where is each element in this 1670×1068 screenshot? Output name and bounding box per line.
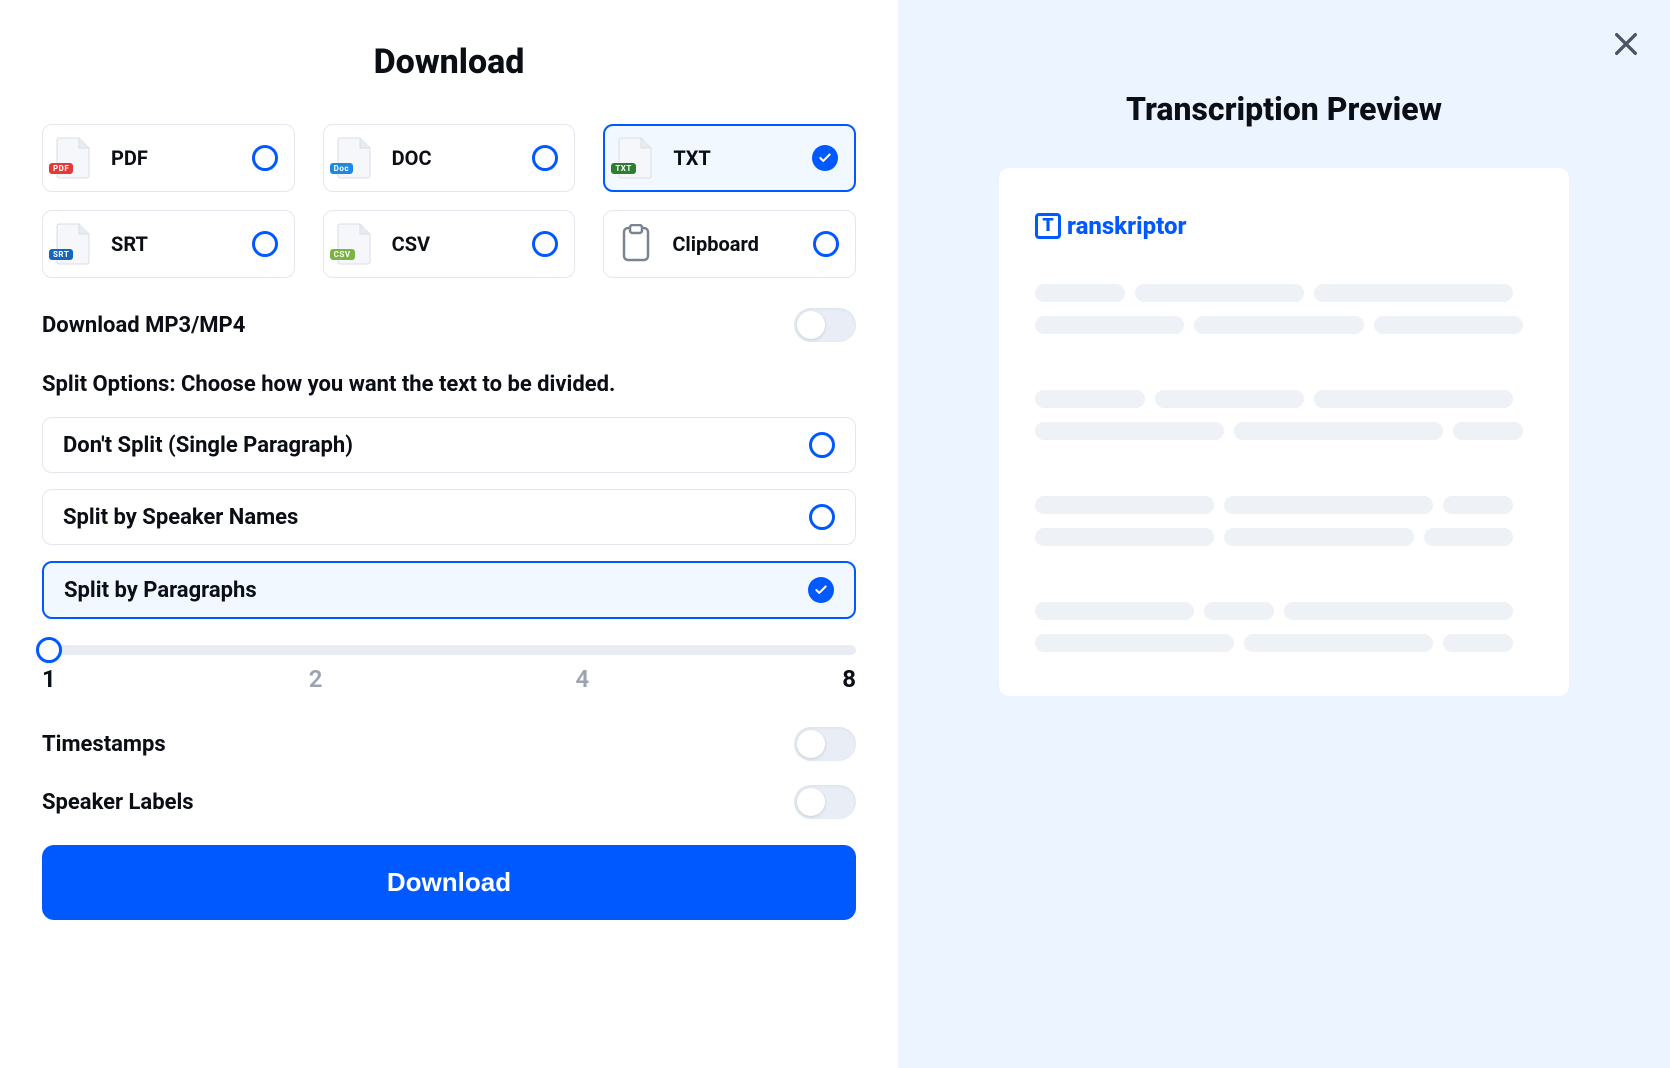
brand-mark-icon: T [1035,213,1061,239]
download-media-label: Download MP3/MP4 [42,313,245,338]
file-icon: PDF [53,136,93,180]
radio-unchecked-icon [252,145,278,171]
speaker-labels-label: Speaker Labels [42,790,194,815]
format-option-txt[interactable]: TXT TXT [603,124,856,192]
brand-name: ranskriptor [1067,212,1186,240]
file-icon: CSV [334,222,374,266]
split-option-label: Split by Speaker Names [63,505,298,530]
download-media-row: Download MP3/MP4 [42,308,856,342]
split-option-label: Don't Split (Single Paragraph) [63,433,353,458]
radio-unchecked-icon [809,432,835,458]
slider-thumb[interactable] [36,637,62,663]
clipboard-icon [618,224,654,264]
file-icon: TXT [615,136,655,180]
format-label: DOC [392,146,533,170]
slider-tick: 2 [309,665,323,693]
format-option-pdf[interactable]: PDF PDF [42,124,295,192]
download-media-toggle[interactable] [794,308,856,342]
preview-card: Transkriptor [999,168,1569,696]
format-label: CSV [392,232,533,256]
file-badge: PDF [49,163,73,174]
split-option-dont-split[interactable]: Don't Split (Single Paragraph) [42,417,856,473]
radio-unchecked-icon [252,231,278,257]
close-icon [1610,28,1642,60]
file-badge: Doc [330,163,353,174]
format-label: PDF [111,146,252,170]
format-option-doc[interactable]: Doc DOC [323,124,576,192]
split-options-heading: Split Options: Choose how you want the t… [42,372,856,397]
file-icon: Doc [334,136,374,180]
timestamps-label: Timestamps [42,732,166,757]
format-label: Clipboard [672,232,813,256]
close-button[interactable] [1610,28,1642,60]
radio-checked-icon [812,145,838,171]
radio-unchecked-icon [532,145,558,171]
speaker-labels-row: Speaker Labels [42,785,856,819]
toggle-knob [797,788,825,816]
slider-tick: 8 [842,665,856,693]
file-badge: CSV [330,249,355,260]
format-grid: PDF PDF Doc DOC TXT TXT [42,124,856,278]
download-button[interactable]: Download [42,845,856,920]
preview-panel: Transcription Preview Transkriptor [898,0,1670,1068]
split-options-list: Don't Split (Single Paragraph) Split by … [42,417,856,619]
slider-track [42,645,856,655]
format-option-clipboard[interactable]: Clipboard [603,210,856,278]
download-panel: Download PDF PDF Doc DOC TXT TX [0,0,898,1068]
file-badge: TXT [611,163,636,174]
preview-placeholder-block [1035,284,1533,652]
file-icon: SRT [53,222,93,266]
panel-title: Download [42,42,856,82]
radio-checked-icon [808,577,834,603]
split-option-paragraphs[interactable]: Split by Paragraphs [42,561,856,619]
slider-tick: 4 [576,665,590,693]
radio-unchecked-icon [809,504,835,530]
format-option-csv[interactable]: CSV CSV [323,210,576,278]
paragraph-slider[interactable] [42,631,856,655]
split-option-speakers[interactable]: Split by Speaker Names [42,489,856,545]
preview-title: Transcription Preview [940,90,1628,128]
toggle-knob [797,730,825,758]
timestamps-toggle[interactable] [794,727,856,761]
radio-unchecked-icon [813,231,839,257]
format-label: TXT [673,146,812,170]
format-option-srt[interactable]: SRT SRT [42,210,295,278]
timestamps-row: Timestamps [42,727,856,761]
radio-unchecked-icon [532,231,558,257]
file-badge: SRT [49,249,73,260]
slider-ticks: 1 2 4 8 [42,665,856,693]
brand-logo: Transkriptor [1035,212,1533,240]
toggle-knob [797,311,825,339]
split-option-label: Split by Paragraphs [64,578,257,603]
slider-tick: 1 [42,665,56,693]
speaker-labels-toggle[interactable] [794,785,856,819]
format-label: SRT [111,232,252,256]
